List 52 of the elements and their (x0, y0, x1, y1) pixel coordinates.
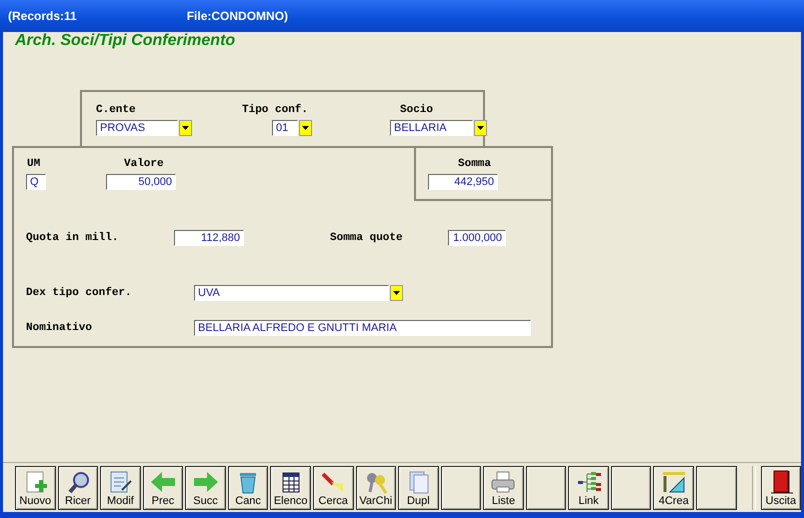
field-label: Nominativo (26, 322, 92, 334)
toolbar-button[interactable]: Canc (228, 466, 268, 510)
toolbar-button[interactable]: Link (568, 466, 609, 510)
field-label: Somma (458, 158, 492, 170)
dropdown-button[interactable] (390, 285, 403, 301)
empty-button[interactable] (440, 466, 482, 510)
toolbar-button[interactable]: Liste (483, 466, 524, 510)
empty-button[interactable] (526, 466, 566, 510)
toolbar-button[interactable]: VarChi (356, 466, 396, 510)
field-label: C.ente (96, 104, 136, 116)
button-icon (192, 470, 220, 494)
input-field[interactable]: 442,950 (428, 174, 498, 190)
field-label: Dex tipo confer. (26, 287, 132, 299)
input-field[interactable]: 50,000 (106, 174, 176, 190)
combo-field[interactable]: PROVAS (96, 120, 178, 136)
input-field[interactable]: 1.000,000 (448, 230, 506, 246)
caret-icon (393, 291, 400, 295)
dropdown-button[interactable] (474, 120, 487, 136)
combo-field[interactable]: 01 (272, 120, 298, 136)
toolbar-button[interactable]: Elenco (270, 466, 311, 510)
field-label: Somma quote (330, 232, 403, 244)
caret-icon (182, 126, 189, 130)
exit-button[interactable]: Uscita (760, 466, 802, 510)
field-label: Tipo conf. (242, 104, 308, 116)
combo-field[interactable]: BELLARIA (390, 120, 473, 136)
dropdown-button[interactable] (179, 120, 192, 136)
toolbar-button[interactable]: Modif (100, 466, 141, 510)
empty-button[interactable] (696, 466, 737, 510)
input-field[interactable]: 112,880 (174, 230, 244, 246)
caret-icon (477, 126, 484, 130)
button-icon (489, 470, 518, 494)
dropdown-button[interactable] (299, 120, 312, 136)
caret-icon (302, 126, 309, 130)
toolbar-button[interactable]: Prec (142, 466, 184, 510)
toolbar-button[interactable]: Cerca (312, 466, 354, 510)
input-field[interactable]: Q (26, 174, 46, 190)
combo-field[interactable]: UVA (194, 285, 389, 301)
field-label: Quota in mill. (26, 232, 118, 244)
input-field[interactable]: BELLARIA ALFREDO E GNUTTI MARIA (194, 320, 531, 336)
toolbar-button[interactable]: Succ (185, 466, 226, 510)
toolbar-button[interactable]: Dupl (398, 466, 439, 510)
file-name: File:CONDOMNO) (186, 9, 288, 23)
toolbar-button[interactable]: Nuovo (15, 466, 56, 510)
button-icon (148, 470, 177, 494)
field-label: UM (27, 158, 40, 170)
toolbar-button[interactable]: 4Crea (653, 466, 694, 510)
field-label: Socio (400, 104, 434, 116)
empty-button[interactable] (610, 466, 652, 510)
form-title: Arch. Soci/Tipi Conferimento (15, 32, 236, 50)
field-label: Valore (124, 158, 164, 170)
records-count: (Records:11 (8, 9, 77, 23)
toolbar-button[interactable]: Ricer (58, 466, 98, 510)
